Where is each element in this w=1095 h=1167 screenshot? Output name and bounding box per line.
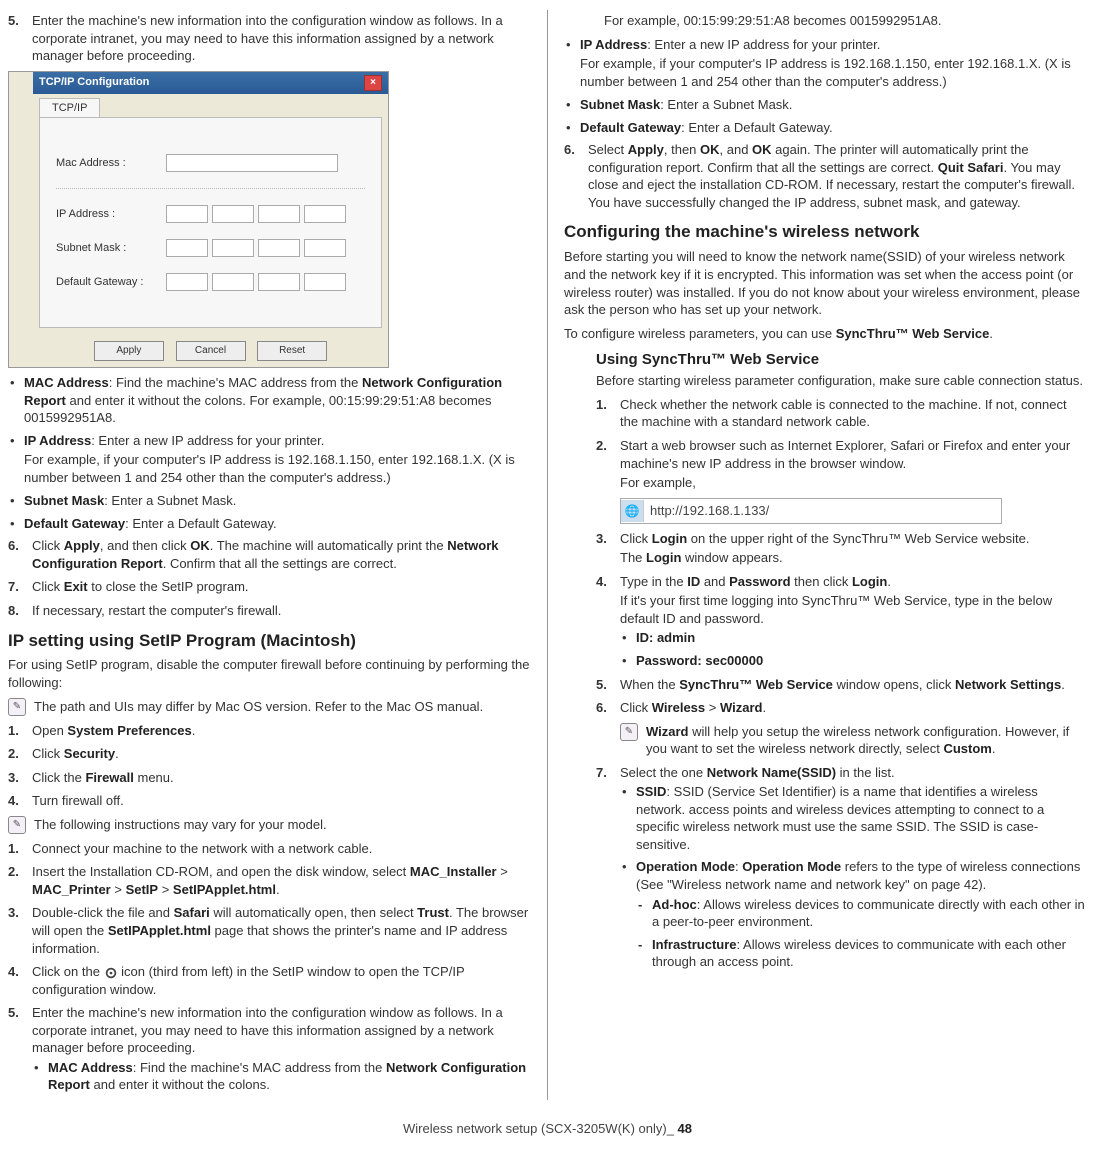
mf-step-4: 4.Turn firewall off. [8,792,531,810]
ms-step-3: 3. Double-click the file and Safari will… [8,904,531,957]
step-5: 5. Enter the machine's new information i… [8,12,531,65]
step-6: 6. Click Apply, and then click OK. The m… [8,537,531,572]
dash-adhoc: Ad-hoc: Allows wireless devices to commu… [636,896,1087,931]
note-icon: ✎ [8,698,26,716]
p-mac-intro: For using SetIP program, disable the com… [8,656,531,691]
sync-step-3: 3. Click Login on the upper right of the… [596,530,1087,567]
field-ip: IP Address : [56,205,365,223]
mac-firewall-steps: 1.Open System Preferences. 2.Click Secur… [8,722,531,810]
gear-icon [104,966,118,980]
config-bullets: MAC Address: Find the machine's MAC addr… [8,374,531,532]
ms5-bullet-mac: MAC Address: Find the machine's MAC addr… [32,1059,531,1094]
sync-step-5: 5. When the SyncThru™ Web Service window… [596,676,1087,694]
field-gateway: Default Gateway : [56,273,365,291]
steps-list-top: 5. Enter the machine's new information i… [8,12,531,65]
page-footer: Wireless network setup (SCX-3205W(K) onl… [8,1120,1087,1138]
step-8: 8. If necessary, restart the computer's … [8,602,531,620]
step-7: 7. Click Exit to close the SetIP program… [8,578,531,596]
window-titlebar: TCP/IP Configuration × [33,72,388,94]
cancel-button[interactable]: Cancel [176,341,246,361]
bullet-gateway: Default Gateway: Enter a Default Gateway… [8,515,531,533]
sync-steps-cont: 3. Click Login on the upper right of the… [596,530,1087,971]
page-icon: 🌐 [621,500,644,522]
url-bar-screenshot: 🌐 http://192.168.1.133/ [620,498,1002,524]
ms-step-2: 2. Insert the Installation CD-ROM, and o… [8,863,531,898]
syncthru-section: Using SyncThru™ Web Service Before start… [564,350,1087,971]
button-row: Apply Cancel Reset [33,334,388,367]
note-icon: ✎ [8,816,26,834]
field-subnet: Subnet Mask : [56,239,365,257]
bullet-opmode: Operation Mode: Operation Mode refers to… [620,858,1087,970]
ms-step-5: 5. Enter the machine's new information i… [8,1004,531,1094]
ssid-bullets: SSID: SSID (Service Set Identifier) is a… [620,783,1087,970]
page-columns: 5. Enter the machine's new information i… [8,10,1087,1100]
right-step6: 6. Select Apply, then OK, and OK again. … [564,141,1087,211]
sync-step-6: 6. Click Wireless > Wizard. ✎ Wizard wil… [596,699,1087,758]
p-wireless-1: Before starting you will need to know th… [564,248,1087,318]
note-box-wizard: ✎ Wizard will help you setup the wireles… [620,723,1087,758]
p-wireless-2: To configure wireless parameters, you ca… [564,325,1087,343]
note-icon: ✎ [620,723,638,741]
heading-wireless: Configuring the machine's wireless netwo… [564,221,1087,244]
sync-steps: 1.Check whether the network cable is con… [596,396,1087,492]
mac-setip-steps: 1.Connect your machine to the network wi… [8,840,531,1094]
right-column: For example, 00:15:99:29:51:A8 becomes 0… [564,10,1087,1100]
mf-step-2: 2.Click Security. [8,745,531,763]
cont-bullet-gateway: Default Gateway: Enter a Default Gateway… [564,119,1087,137]
steps-continued: 6. Click Apply, and then click OK. The m… [8,537,531,619]
cred-pw: Password: sec00000 [620,652,1087,670]
column-divider [547,10,548,1100]
window-title: TCP/IP Configuration [39,75,149,90]
mac-input[interactable] [166,154,338,172]
bullet-mac: MAC Address: Find the machine's MAC addr… [8,374,531,427]
left-column: 5. Enter the machine's new information i… [8,10,531,1100]
opmode-dashes: Ad-hoc: Allows wireless devices to commu… [636,896,1087,971]
ms5-bullets: MAC Address: Find the machine's MAC addr… [32,1059,531,1094]
field-mac: Mac Address : [56,154,365,172]
mf-step-1: 1.Open System Preferences. [8,722,531,740]
ms-step-1: 1.Connect your machine to the network wi… [8,840,531,858]
dash-infra: Infrastructure: Allows wireless devices … [636,936,1087,971]
tcpip-panel: Mac Address : IP Address : Subnet Mask :… [39,117,382,328]
cont-bullet-subnet: Subnet Mask: Enter a Subnet Mask. [564,96,1087,114]
bullet-subnet: Subnet Mask: Enter a Subnet Mask. [8,492,531,510]
sync-step-7: 7. Select the one Network Name(SSID) in … [596,764,1087,971]
ms-step-4: 4. Click on the icon (third from left) i… [8,963,531,998]
sync-step-4: 4. Type in the ID and Password then clic… [596,573,1087,670]
tab-tcpip[interactable]: TCP/IP [39,98,100,118]
cred-id: ID: admin [620,629,1087,647]
close-icon[interactable]: × [364,75,382,91]
heading-ip-mac: IP setting using SetIP Program (Macintos… [8,630,531,653]
r-step-6: 6. Select Apply, then OK, and OK again. … [564,141,1087,211]
heading-syncthru: Using SyncThru™ Web Service [596,350,1087,370]
bullet-ip: IP Address: Enter a new IP address for y… [8,432,531,487]
cont-bullets: IP Address: Enter a new IP address for y… [564,36,1087,137]
note-box-1: ✎ The path and UIs may differ by Mac OS … [8,698,531,716]
sync-step-1: 1.Check whether the network cable is con… [596,396,1087,431]
login-creds: ID: admin Password: sec00000 [620,629,1087,669]
tcpip-config-window: TCP/IP Configuration × TCP/IP Mac Addres… [8,71,389,368]
p-syncthru: Before starting wireless parameter confi… [596,372,1087,390]
tab-row: TCP/IP [33,94,388,118]
cont-bullet-ip: IP Address: Enter a new IP address for y… [564,36,1087,91]
continuation-block: For example, 00:15:99:29:51:A8 becomes 0… [564,12,1087,30]
apply-button[interactable]: Apply [94,341,164,361]
reset-button[interactable]: Reset [257,341,327,361]
note-box-2: ✎ The following instructions may vary fo… [8,816,531,834]
url-text: http://192.168.1.133/ [644,502,769,520]
mf-step-3: 3.Click the Firewall menu. [8,769,531,787]
sync-step-2: 2.Start a web browser such as Internet E… [596,437,1087,492]
bullet-ssid: SSID: SSID (Service Set Identifier) is a… [620,783,1087,853]
